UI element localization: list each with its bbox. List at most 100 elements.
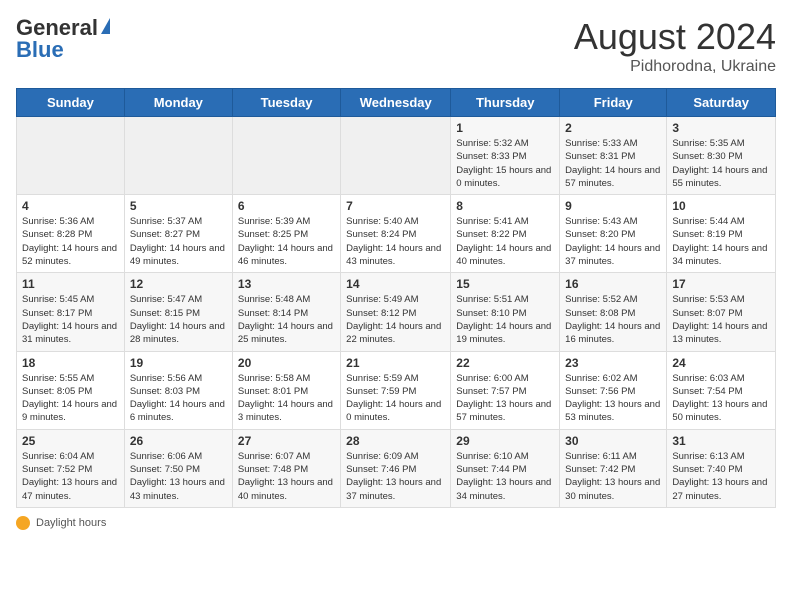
calendar-cell: 19Sunrise: 5:56 AMSunset: 8:03 PMDayligh…	[124, 351, 232, 429]
day-number: 1	[456, 121, 554, 135]
day-info: Sunrise: 5:48 AMSunset: 8:14 PMDaylight:…	[238, 293, 335, 346]
day-info: Sunrise: 6:13 AMSunset: 7:40 PMDaylight:…	[672, 450, 770, 503]
weekday-header-sunday: Sunday	[17, 89, 125, 117]
day-number: 31	[672, 434, 770, 448]
day-number: 14	[346, 277, 445, 291]
day-info: Sunrise: 6:02 AMSunset: 7:56 PMDaylight:…	[565, 372, 661, 425]
calendar-cell	[17, 117, 125, 195]
day-number: 10	[672, 199, 770, 213]
day-info: Sunrise: 6:09 AMSunset: 7:46 PMDaylight:…	[346, 450, 445, 503]
logo-blue: Blue	[16, 38, 110, 62]
calendar-cell: 12 Sunrise: 5:47 AMSunset: 8:15 PMDayligh…	[124, 273, 232, 351]
day-number: 23	[565, 356, 661, 370]
daylight-label: Daylight hours	[36, 517, 106, 529]
day-number: 7	[346, 199, 445, 213]
calendar-cell: 27Sunrise: 6:07 AMSunset: 7:48 PMDayligh…	[232, 429, 340, 507]
day-info: Sunrise: 5:37 AMSunset: 8:27 PMDaylight:…	[130, 215, 227, 268]
day-info: Sunrise: 5:43 AMSunset: 8:20 PMDaylight:…	[565, 215, 661, 268]
day-number: 18	[22, 356, 119, 370]
calendar-cell: 3 Sunrise: 5:35 AMSunset: 8:30 PMDaylight…	[667, 117, 776, 195]
weekday-header-tuesday: Tuesday	[232, 89, 340, 117]
footer-note: Daylight hours	[16, 516, 776, 530]
weekday-header-thursday: Thursday	[451, 89, 560, 117]
calendar-cell: 1 Sunrise: 5:32 AMSunset: 8:33 PMDaylight…	[451, 117, 560, 195]
day-info: Sunrise: 5:59 AMSunset: 7:59 PMDaylight:…	[346, 372, 445, 425]
day-info: Sunrise: 5:33 AMSunset: 8:31 PMDaylight:…	[565, 137, 661, 190]
calendar-cell: 10Sunrise: 5:44 AMSunset: 8:19 PMDayligh…	[667, 195, 776, 273]
calendar-cell: 4 Sunrise: 5:36 AMSunset: 8:28 PMDaylight…	[17, 195, 125, 273]
week-row-2: 4 Sunrise: 5:36 AMSunset: 8:28 PMDaylight…	[17, 195, 776, 273]
day-number: 12	[130, 277, 227, 291]
calendar-cell: 18 Sunrise: 5:55 AMSunset: 8:05 PMDayligh…	[17, 351, 125, 429]
calendar-cell: 15Sunrise: 5:51 AMSunset: 8:10 PMDayligh…	[451, 273, 560, 351]
calendar-cell: 25Sunrise: 6:04 AMSunset: 7:52 PMDayligh…	[17, 429, 125, 507]
day-number: 8	[456, 199, 554, 213]
day-info: Sunrise: 5:58 AMSunset: 8:01 PMDaylight:…	[238, 372, 335, 425]
calendar-cell: 23 Sunrise: 6:02 AMSunset: 7:56 PMDayligh…	[560, 351, 667, 429]
day-info: Sunrise: 5:35 AMSunset: 8:30 PMDaylight:…	[672, 137, 770, 190]
day-number: 16	[565, 277, 661, 291]
calendar-cell: 21 Sunrise: 5:59 AMSunset: 7:59 PMDayligh…	[341, 351, 451, 429]
day-info: Sunrise: 5:52 AMSunset: 8:08 PMDaylight:…	[565, 293, 661, 346]
day-info: Sunrise: 5:32 AMSunset: 8:33 PMDaylight:…	[456, 137, 554, 190]
day-number: 9	[565, 199, 661, 213]
day-number: 29	[456, 434, 554, 448]
week-row-5: 25Sunrise: 6:04 AMSunset: 7:52 PMDayligh…	[17, 429, 776, 507]
week-row-3: 11 Sunrise: 5:45 AMSunset: 8:17 PMDayligh…	[17, 273, 776, 351]
page-header: General Blue August 2024 Pidhorodna, Ukr…	[16, 16, 776, 76]
day-number: 17	[672, 277, 770, 291]
day-info: Sunrise: 5:49 AMSunset: 8:12 PMDaylight:…	[346, 293, 445, 346]
calendar-cell	[232, 117, 340, 195]
calendar-cell: 13 Sunrise: 5:48 AMSunset: 8:14 PMDayligh…	[232, 273, 340, 351]
logo: General Blue	[16, 16, 110, 62]
sun-icon	[16, 516, 30, 530]
day-info: Sunrise: 5:47 AMSunset: 8:15 PMDaylight:…	[130, 293, 227, 346]
day-number: 22	[456, 356, 554, 370]
day-number: 4	[22, 199, 119, 213]
day-info: Sunrise: 6:10 AMSunset: 7:44 PMDaylight:…	[456, 450, 554, 503]
day-info: Sunrise: 5:56 AMSunset: 8:03 PMDaylight:…	[130, 372, 227, 425]
calendar-cell: 31 Sunrise: 6:13 AMSunset: 7:40 PMDayligh…	[667, 429, 776, 507]
calendar-cell: 11 Sunrise: 5:45 AMSunset: 8:17 PMDayligh…	[17, 273, 125, 351]
calendar-cell: 26 Sunrise: 6:06 AMSunset: 7:50 PMDayligh…	[124, 429, 232, 507]
calendar-cell	[124, 117, 232, 195]
calendar-cell: 14 Sunrise: 5:49 AMSunset: 8:12 PMDayligh…	[341, 273, 451, 351]
calendar-table: SundayMondayTuesdayWednesdayThursdayFrid…	[16, 88, 776, 508]
day-number: 2	[565, 121, 661, 135]
calendar-cell: 17 Sunrise: 5:53 AMSunset: 8:07 PMDayligh…	[667, 273, 776, 351]
calendar-cell: 16 Sunrise: 5:52 AMSunset: 8:08 PMDayligh…	[560, 273, 667, 351]
day-number: 27	[238, 434, 335, 448]
weekday-header-monday: Monday	[124, 89, 232, 117]
calendar-cell: 29 Sunrise: 6:10 AMSunset: 7:44 PMDayligh…	[451, 429, 560, 507]
calendar-cell: 30Sunrise: 6:11 AMSunset: 7:42 PMDayligh…	[560, 429, 667, 507]
weekday-header-wednesday: Wednesday	[341, 89, 451, 117]
day-number: 24	[672, 356, 770, 370]
day-number: 20	[238, 356, 335, 370]
day-number: 3	[672, 121, 770, 135]
calendar-cell: 6Sunrise: 5:39 AMSunset: 8:25 PMDaylight…	[232, 195, 340, 273]
day-info: Sunrise: 5:36 AMSunset: 8:28 PMDaylight:…	[22, 215, 119, 268]
day-number: 28	[346, 434, 445, 448]
calendar-cell	[341, 117, 451, 195]
day-number: 11	[22, 277, 119, 291]
day-info: Sunrise: 5:53 AMSunset: 8:07 PMDaylight:…	[672, 293, 770, 346]
calendar-cell: 5Sunrise: 5:37 AMSunset: 8:27 PMDaylight…	[124, 195, 232, 273]
calendar-location: Pidhorodna, Ukraine	[574, 58, 776, 76]
calendar-cell: 22Sunrise: 6:00 AMSunset: 7:57 PMDayligh…	[451, 351, 560, 429]
weekday-header-saturday: Saturday	[667, 89, 776, 117]
calendar-title: August 2024	[574, 16, 776, 58]
calendar-cell: 9 Sunrise: 5:43 AMSunset: 8:20 PMDaylight…	[560, 195, 667, 273]
day-info: Sunrise: 5:45 AMSunset: 8:17 PMDaylight:…	[22, 293, 119, 346]
day-info: Sunrise: 6:06 AMSunset: 7:50 PMDaylight:…	[130, 450, 227, 503]
weekday-header-row: SundayMondayTuesdayWednesdayThursdayFrid…	[17, 89, 776, 117]
logo-triangle-icon	[101, 18, 110, 34]
calendar-cell: 20 Sunrise: 5:58 AMSunset: 8:01 PMDayligh…	[232, 351, 340, 429]
day-number: 21	[346, 356, 445, 370]
title-block: August 2024 Pidhorodna, Ukraine	[574, 16, 776, 76]
day-info: Sunrise: 6:04 AMSunset: 7:52 PMDaylight:…	[22, 450, 119, 503]
day-number: 13	[238, 277, 335, 291]
day-number: 26	[130, 434, 227, 448]
day-info: Sunrise: 5:55 AMSunset: 8:05 PMDaylight:…	[22, 372, 119, 425]
day-number: 15	[456, 277, 554, 291]
day-number: 30	[565, 434, 661, 448]
